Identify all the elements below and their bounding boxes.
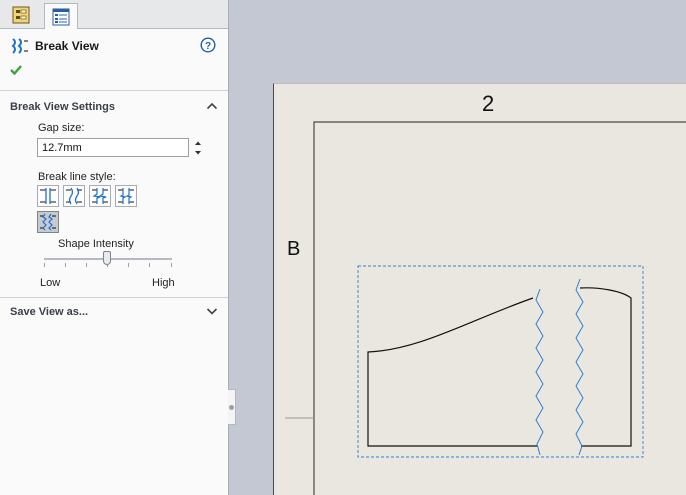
- break-line-left: [535, 288, 544, 456]
- break-line-right: [575, 278, 584, 456]
- view-boundary: [357, 265, 644, 458]
- zone-column-label: 2: [482, 91, 495, 116]
- drawing-canvas: [285, 121, 686, 495]
- drawing-border: [313, 121, 686, 495]
- zone-row-label: B: [287, 238, 301, 260]
- part-geometry-left: [367, 297, 538, 447]
- part-geometry-right: [579, 287, 632, 447]
